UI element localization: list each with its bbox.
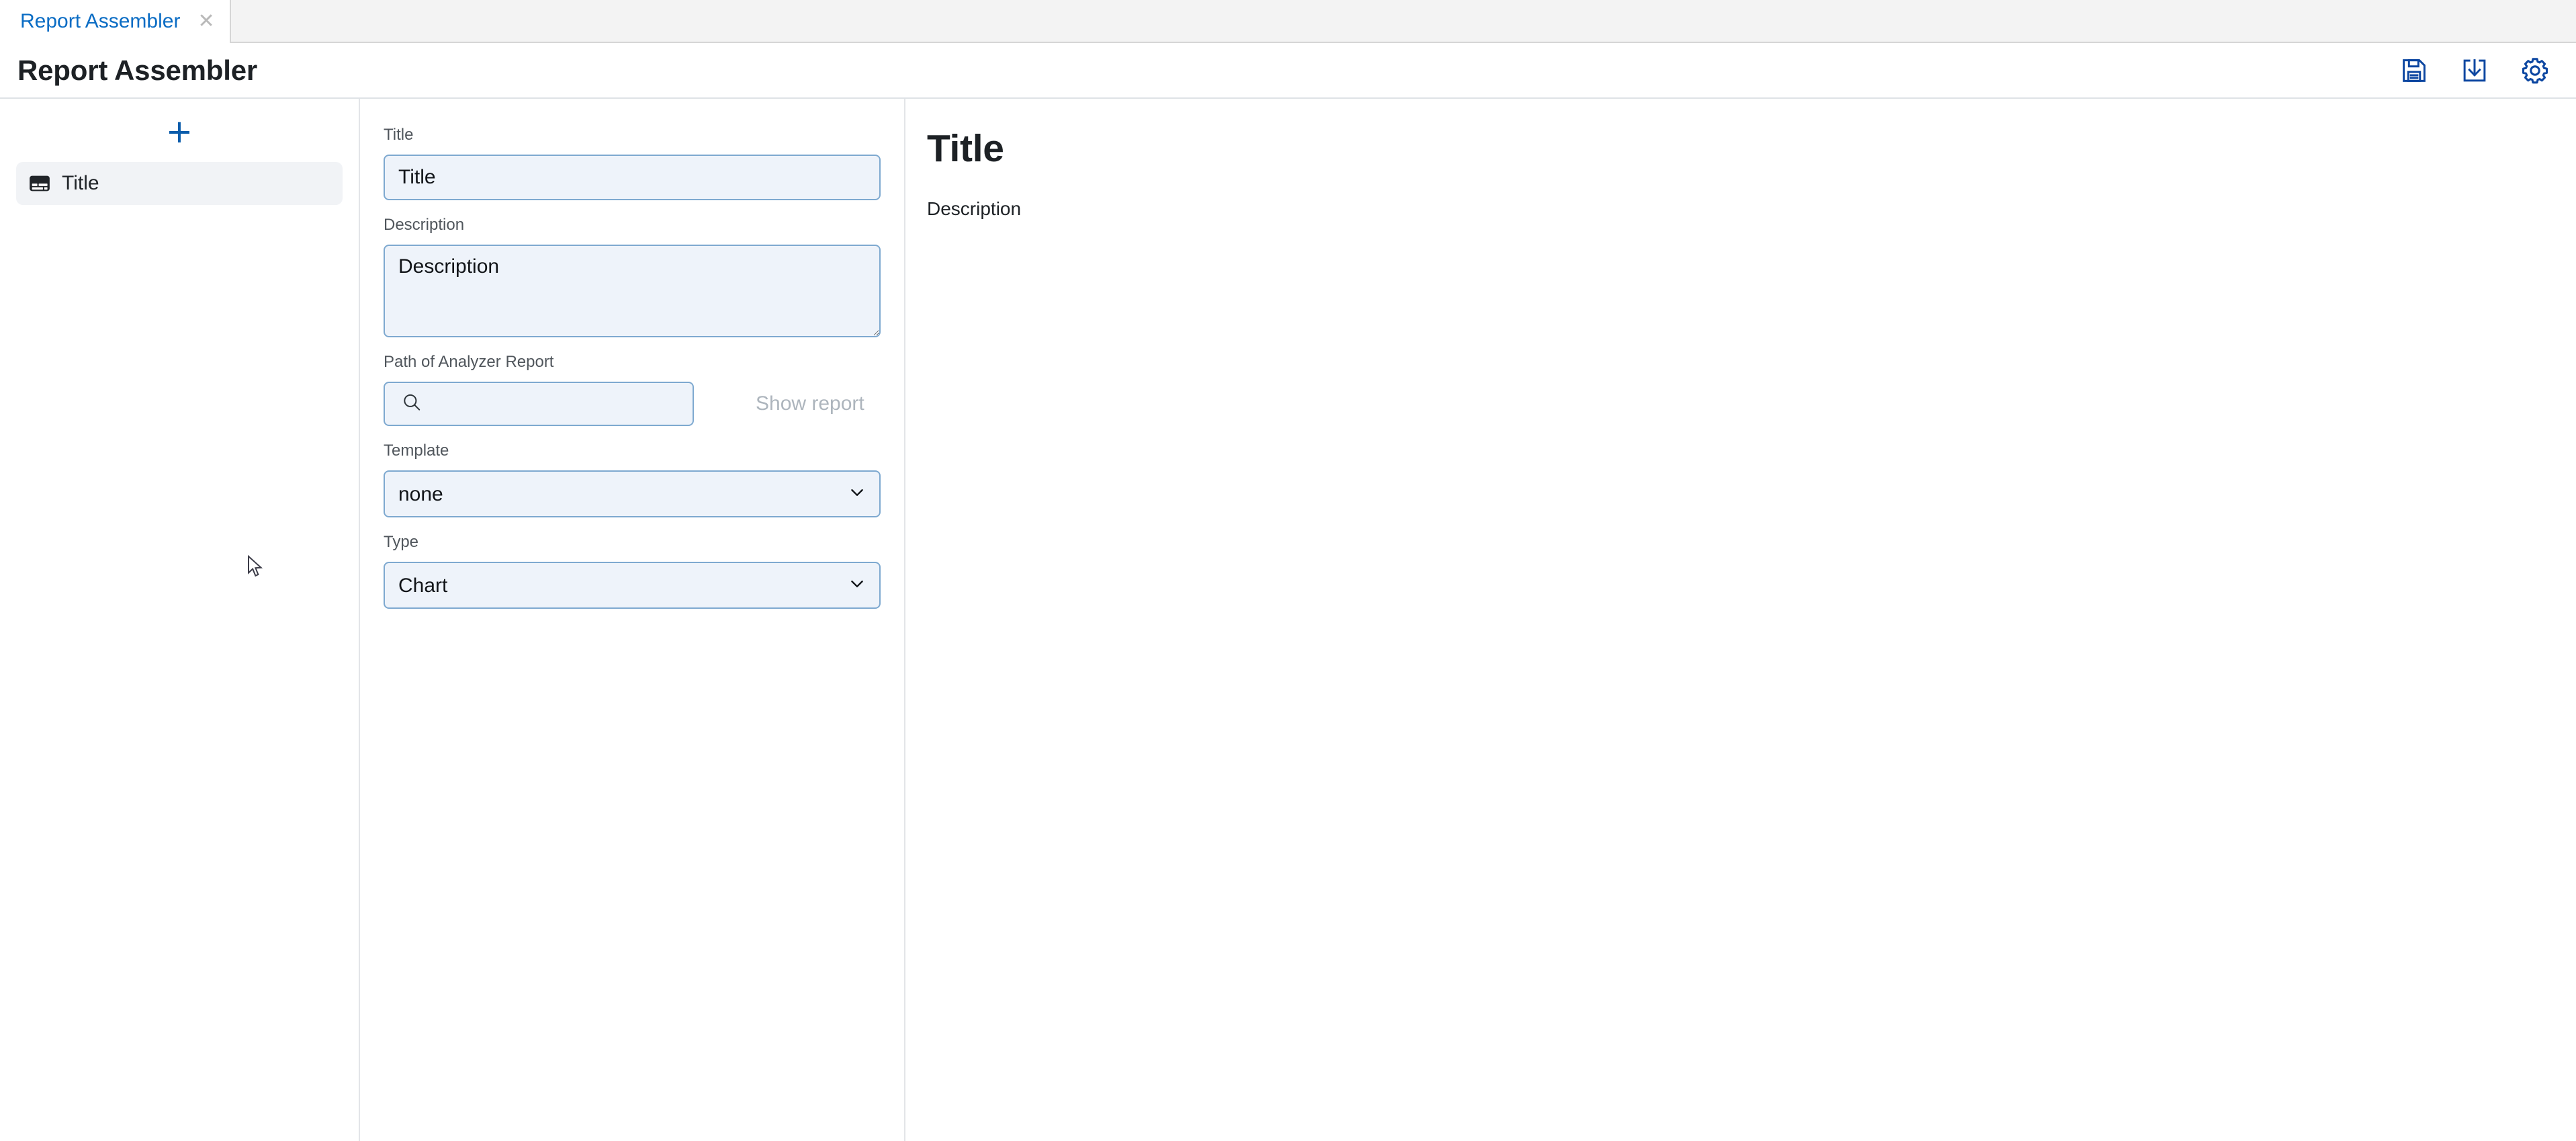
title-field-group: Title	[384, 127, 881, 200]
template-label: Template	[384, 443, 881, 459]
gear-icon	[2520, 56, 2550, 85]
description-label: Description	[384, 217, 881, 233]
preview-title: Title	[927, 127, 2549, 171]
app-body: + Title Title	[0, 99, 2576, 1141]
save-button[interactable]	[2399, 55, 2430, 86]
import-button[interactable]	[2459, 55, 2490, 86]
template-select[interactable]: none	[384, 470, 881, 517]
type-select[interactable]: Chart	[384, 562, 881, 609]
title-input[interactable]	[384, 155, 881, 200]
add-component-row: +	[0, 114, 359, 154]
type-label: Type	[384, 534, 881, 550]
layout-card-icon	[28, 168, 59, 199]
analyzer-path-input-wrap	[384, 382, 694, 426]
component-list: Title	[0, 154, 359, 205]
add-component-button[interactable]: +	[166, 116, 193, 148]
sidebar-item-label: Title	[62, 173, 99, 194]
analyzer-path-row: Show report	[384, 382, 881, 426]
title-label: Title	[384, 127, 881, 143]
tab-label: Report Assembler	[20, 11, 180, 32]
settings-button[interactable]	[2520, 55, 2550, 86]
analyzer-path-label: Path of Analyzer Report	[384, 354, 881, 370]
download-box-icon	[2460, 56, 2489, 85]
properties-form: Title Description Description Path of An…	[360, 99, 905, 1141]
description-field-group: Description Description	[384, 217, 881, 337]
floppy-disk-save-icon	[2400, 56, 2428, 85]
report-preview: Title Description	[905, 99, 2576, 1141]
analyzer-path-input[interactable]	[384, 382, 694, 426]
template-field-group: Template none	[384, 443, 881, 517]
template-select-wrap: none	[384, 470, 881, 517]
app-header: Report Assembler	[0, 43, 2576, 99]
close-icon[interactable]: ✕	[197, 11, 214, 32]
component-sidebar: + Title	[0, 99, 360, 1141]
tab-bar: Report Assembler ✕	[0, 0, 2576, 43]
type-select-wrap: Chart	[384, 562, 881, 609]
analyzer-path-field-group: Path of Analyzer Report Show report	[384, 354, 881, 426]
header-toolbar	[2399, 55, 2557, 86]
show-report-button[interactable]: Show report	[694, 382, 864, 426]
tab-report-assembler[interactable]: Report Assembler ✕	[0, 0, 231, 43]
description-textarea[interactable]: Description	[384, 245, 881, 337]
page-title: Report Assembler	[17, 56, 257, 85]
sidebar-item-title[interactable]: Title	[16, 162, 343, 205]
preview-description: Description	[927, 197, 2549, 221]
type-field-group: Type Chart	[384, 534, 881, 609]
